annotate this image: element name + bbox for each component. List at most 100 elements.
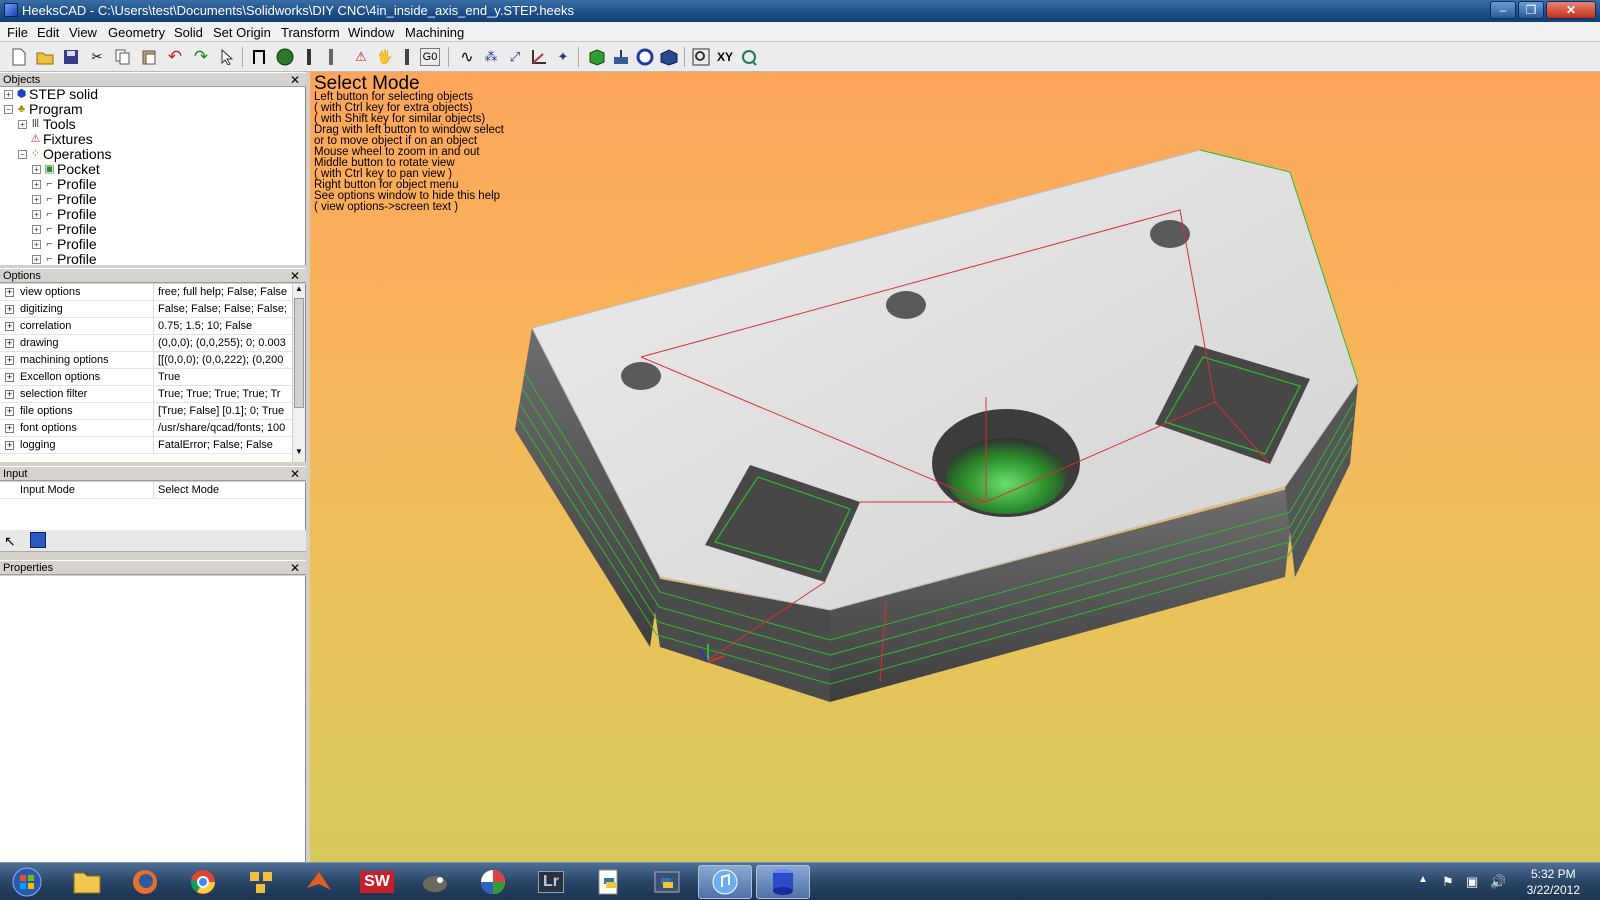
chrome-icon[interactable]: [176, 865, 230, 899]
expand-icon[interactable]: +: [5, 390, 14, 399]
tree-collapse-icon[interactable]: −: [18, 150, 27, 159]
expand-icon[interactable]: +: [5, 407, 14, 416]
tree-expand-icon[interactable]: +: [32, 180, 41, 189]
g0-icon[interactable]: G0: [420, 48, 440, 66]
undo-icon[interactable]: ↶: [164, 46, 186, 68]
scroll-thumb[interactable]: [294, 298, 304, 408]
properties-panel-close-icon[interactable]: ✕: [290, 561, 300, 575]
expand-icon[interactable]: +: [5, 305, 14, 314]
cad-model[interactable]: [310, 72, 1600, 862]
option-value[interactable]: FatalError; False; False: [153, 437, 290, 453]
explorer-icon[interactable]: [60, 865, 114, 899]
python-icon[interactable]: [582, 865, 636, 899]
tree-expand-icon[interactable]: +: [32, 210, 41, 219]
tree-expand-icon[interactable]: +: [18, 120, 27, 129]
coord-icon[interactable]: ✦: [552, 46, 574, 68]
menu-edit[interactable]: Edit: [37, 25, 59, 40]
matlab-icon[interactable]: [292, 865, 346, 899]
dash-icon[interactable]: ⤢: [504, 46, 526, 68]
tree-expand-icon[interactable]: +: [32, 240, 41, 249]
copy-icon[interactable]: [112, 46, 134, 68]
3d-viewport[interactable]: Select Mode Left button for selecting ob…: [310, 72, 1600, 862]
scroll-up-icon[interactable]: ▲: [295, 284, 303, 293]
menu-view[interactable]: View: [69, 25, 97, 40]
cut-icon[interactable]: ✂: [86, 46, 108, 68]
objects-panel-close-icon[interactable]: ✕: [290, 73, 300, 87]
gimp-icon[interactable]: [408, 865, 462, 899]
expand-icon[interactable]: +: [5, 288, 14, 297]
options-row-excellon-options[interactable]: + Excellon options True: [0, 369, 292, 386]
options-scrollbar[interactable]: ▲ ▼: [292, 284, 305, 462]
options-panel-close-icon[interactable]: ✕: [290, 269, 300, 283]
solidworks-icon[interactable]: SW: [350, 865, 404, 899]
flag-icon[interactable]: ⚑: [1442, 874, 1454, 890]
error-icon[interactable]: ⚠: [350, 46, 372, 68]
option-value[interactable]: (0,0,0); (0,0,255); 0; 0.003: [153, 335, 290, 351]
network-icon[interactable]: ▣: [1466, 874, 1478, 890]
options-row-selection-filter[interactable]: + selection filter True; True; True; True;…: [0, 386, 292, 403]
expand-icon[interactable]: +: [5, 373, 14, 382]
option-value[interactable]: [[(0,0,0); (0,0,222); (0,200: [153, 352, 290, 368]
option-value[interactable]: True; True; True; True; Tr: [153, 386, 290, 402]
spline-icon[interactable]: ∿: [456, 46, 478, 68]
input-mode-row[interactable]: Input Mode Select Mode: [0, 482, 305, 499]
extrude-icon[interactable]: [610, 46, 632, 68]
menu-file[interactable]: File: [7, 25, 28, 40]
option-value[interactable]: 0.75; 1.5; 10; False: [153, 318, 290, 334]
network-app-icon[interactable]: [234, 865, 288, 899]
expand-icon[interactable]: +: [5, 322, 14, 331]
expand-icon[interactable]: +: [5, 339, 14, 348]
option-value[interactable]: /usr/share/qcad/fonts; 100: [153, 420, 290, 436]
options-row-logging[interactable]: + logging FatalError; False; False: [0, 437, 292, 454]
tool-icon[interactable]: 🖐: [374, 46, 396, 68]
options-row-machining-options[interactable]: + machining options [[(0,0,0); (0,0,222); …: [0, 352, 292, 369]
line-icon[interactable]: [298, 46, 320, 68]
input-mode-value[interactable]: Select Mode: [153, 482, 303, 498]
tree-expand-icon[interactable]: +: [32, 255, 41, 264]
options-row-correlation[interactable]: + correlation 0.75; 1.5; 10; False: [0, 318, 292, 335]
firefox-icon[interactable]: [118, 865, 172, 899]
select-icon[interactable]: [216, 46, 238, 68]
options-row-file-options[interactable]: + file options [True; False] [0.1]; 0; Tru…: [0, 403, 292, 420]
menu-window[interactable]: Window: [348, 25, 394, 40]
volume-icon[interactable]: 🔊: [1490, 874, 1506, 890]
options-row-digitizing[interactable]: + digitizing False; False; False; False;: [0, 301, 292, 318]
new-icon[interactable]: [8, 46, 30, 68]
scroll-down-icon[interactable]: ▼: [295, 447, 303, 456]
menu-machining[interactable]: Machining: [405, 25, 464, 40]
heekscad-app-icon[interactable]: [4, 3, 18, 17]
itunes-icon[interactable]: [698, 865, 752, 899]
tree-expand-icon[interactable]: +: [4, 90, 13, 99]
input-panel-close-icon[interactable]: ✕: [290, 467, 300, 481]
select-cursor-icon[interactable]: ↖: [4, 533, 16, 550]
expand-icon[interactable]: +: [5, 424, 14, 433]
tree-expand-icon[interactable]: +: [32, 195, 41, 204]
filter-icon[interactable]: [30, 532, 46, 548]
option-value[interactable]: free; full help; False; False: [153, 284, 290, 300]
axis-icon[interactable]: [528, 46, 550, 68]
windows-start-icon[interactable]: [0, 865, 54, 899]
tray-expand-icon[interactable]: ▲: [1418, 874, 1428, 885]
sphere-icon[interactable]: [634, 46, 656, 68]
dots-icon[interactable]: ⁂: [480, 46, 502, 68]
xy-icon[interactable]: XY: [714, 46, 736, 68]
lightroom-icon[interactable]: Lr: [524, 865, 578, 899]
options-row-view-options[interactable]: + view options free; full help; False; Fal…: [0, 284, 292, 301]
options-row-drawing[interactable]: + drawing (0,0,0); (0,0,255); 0; 0.003: [0, 335, 292, 352]
heekscad-icon[interactable]: [756, 865, 810, 899]
option-value[interactable]: True: [153, 369, 290, 385]
open-icon[interactable]: [34, 46, 56, 68]
menu-solid[interactable]: Solid: [174, 25, 203, 40]
menu-geometry[interactable]: Geometry: [108, 25, 165, 40]
menu-set-origin[interactable]: Set Origin: [213, 25, 271, 40]
clock[interactable]: 5:32 PM 3/22/2012: [1527, 866, 1580, 898]
picasa-icon[interactable]: [466, 865, 520, 899]
tree-collapse-icon[interactable]: −: [4, 105, 13, 114]
menu-transform[interactable]: Transform: [281, 25, 340, 40]
cube-icon[interactable]: [586, 46, 608, 68]
circle-solid-icon[interactable]: [274, 46, 296, 68]
tree-expand-icon[interactable]: +: [32, 165, 41, 174]
expand-icon[interactable]: +: [5, 356, 14, 365]
revolve-icon[interactable]: [658, 46, 680, 68]
rotate-icon[interactable]: [738, 46, 760, 68]
